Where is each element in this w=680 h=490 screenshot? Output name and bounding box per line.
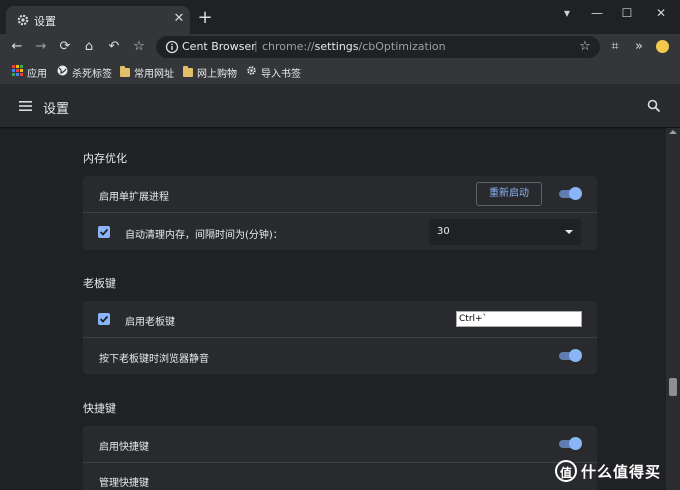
divider (83, 212, 597, 213)
boss-key-card: 启用老板键 Ctrl+` 按下老板键时浏览器静音 (83, 301, 597, 374)
watermark: 值 什么值得买 (555, 458, 661, 484)
toolbar: ← → ⟳ ⌂ ↶ ☆ Cent Browser | chrome://sett… (0, 34, 680, 60)
auto-clean-label: 自动清理内存，间隔时间为(分钟)： (125, 230, 283, 241)
bookmark-label: 网上购物 (197, 68, 237, 80)
new-tab-button[interactable]: + (197, 9, 213, 27)
extensions-menu-icon[interactable]: » (630, 38, 648, 56)
boss-key-mute-toggle[interactable] (557, 348, 583, 364)
tab-title: 设置 (34, 15, 56, 28)
search-icon[interactable] (646, 98, 662, 114)
bookmark-folder-shopping[interactable]: 网上购物 (183, 64, 237, 80)
gear-icon (16, 13, 30, 27)
manage-shortcuts-link[interactable]: 管理快捷键 (99, 474, 149, 489)
auto-clean-checkbox[interactable] (98, 226, 110, 238)
enable-shortcuts-toggle[interactable] (557, 436, 583, 452)
bookmarks-bar: 应用 杀死标签 常用网址 网上购物 导入书签 (0, 60, 680, 85)
interval-select[interactable]: 30 (429, 219, 581, 245)
bookmark-apps[interactable]: 应用 (12, 64, 47, 80)
dropdown-arrow-icon (565, 230, 573, 234)
folder-icon (120, 65, 130, 77)
profile-avatar[interactable] (656, 40, 669, 53)
minimize-button[interactable]: — (583, 4, 611, 22)
tab-search-dropdown-icon[interactable]: ▾ (553, 4, 581, 22)
undo-close-tab-button[interactable]: ↶ (105, 38, 123, 56)
globe-icon (57, 65, 68, 79)
bookmark-star-icon[interactable]: ☆ (576, 38, 594, 56)
scrollbar-thumb[interactable] (669, 378, 677, 396)
watermark-logo-icon: 值 (555, 460, 577, 482)
divider (83, 462, 597, 463)
tab-strip: 设置 ✕ + ▾ — ☐ ✕ (0, 0, 680, 34)
toggle-knob (569, 349, 582, 362)
info-icon[interactable] (164, 39, 180, 55)
url-suffix: /cbOptimization (358, 40, 446, 53)
bookmark-label: 导入书签 (261, 68, 301, 80)
home-button[interactable]: ⌂ (80, 38, 98, 56)
restart-button[interactable]: 重新启动 (476, 182, 542, 206)
settings-content: 内存优化 启用单扩展进程 重新启动 自动清理内存，间隔时间为(分钟)： 30 老… (0, 128, 666, 490)
address-separator: | (254, 39, 258, 52)
scrollbar[interactable] (666, 128, 680, 490)
apps-grid-icon (12, 65, 23, 79)
boss-key-hotkey-input[interactable]: Ctrl+` (456, 311, 582, 327)
toggle-knob (569, 187, 582, 200)
maximize-button[interactable]: ☐ (613, 4, 641, 22)
menu-icon[interactable] (18, 98, 34, 114)
scroll-up-arrow-icon[interactable] (669, 130, 677, 134)
url-bold: settings (314, 40, 359, 53)
enable-shortcuts-label: 启用快捷键 (99, 442, 149, 453)
forward-button[interactable]: → (32, 38, 50, 56)
bookmark-kill-tabs[interactable]: 杀死标签 (57, 64, 112, 80)
section-title-boss-key: 老板键 (83, 277, 116, 290)
back-button[interactable]: ← (8, 38, 26, 56)
bookmark-label: 杀死标签 (72, 68, 112, 80)
single-extension-process-toggle[interactable] (557, 186, 583, 202)
divider (83, 337, 597, 338)
bookmark-folder-common-sites[interactable]: 常用网址 (120, 64, 174, 80)
settings-header: 设置 (0, 85, 680, 127)
boss-key-label: 启用老板键 (125, 317, 175, 328)
tab-close-icon[interactable]: ✕ (172, 12, 186, 26)
interval-value: 30 (437, 226, 450, 237)
bookmark-label: 应用 (27, 68, 47, 80)
toggle-knob (569, 437, 582, 450)
bookmark-manager-button[interactable]: ☆ (130, 38, 148, 56)
section-title-shortcuts: 快捷键 (83, 402, 116, 415)
folder-icon (183, 65, 193, 77)
reload-button[interactable]: ⟳ (56, 38, 74, 56)
single-extension-process-label: 启用单扩展进程 (99, 192, 169, 203)
boss-key-mute-label: 按下老板键时浏览器静音 (99, 354, 209, 365)
bookmark-label: 常用网址 (134, 68, 174, 80)
crop-icon[interactable]: ⌗ (606, 38, 624, 56)
bookmark-import[interactable]: 导入书签 (246, 64, 301, 80)
window-close-button[interactable]: ✕ (647, 4, 675, 22)
boss-key-checkbox[interactable] (98, 313, 110, 325)
section-title-memory: 内存优化 (83, 152, 127, 165)
gear-icon (246, 65, 257, 79)
memory-card: 启用单扩展进程 重新启动 自动清理内存，间隔时间为(分钟)： 30 (83, 176, 597, 250)
address-host: Cent Browser (182, 40, 256, 53)
address-bar[interactable]: Cent Browser | chrome://settings/cbOptim… (156, 36, 600, 58)
url-prefix: chrome:// (262, 40, 315, 53)
shortcuts-card: 启用快捷键 管理快捷键 (83, 426, 597, 490)
page-title: 设置 (43, 102, 70, 117)
tab-settings[interactable]: 设置 ✕ (6, 6, 190, 34)
address-url: chrome://settings/cbOptimization (262, 40, 446, 53)
watermark-text: 什么值得买 (581, 462, 662, 481)
